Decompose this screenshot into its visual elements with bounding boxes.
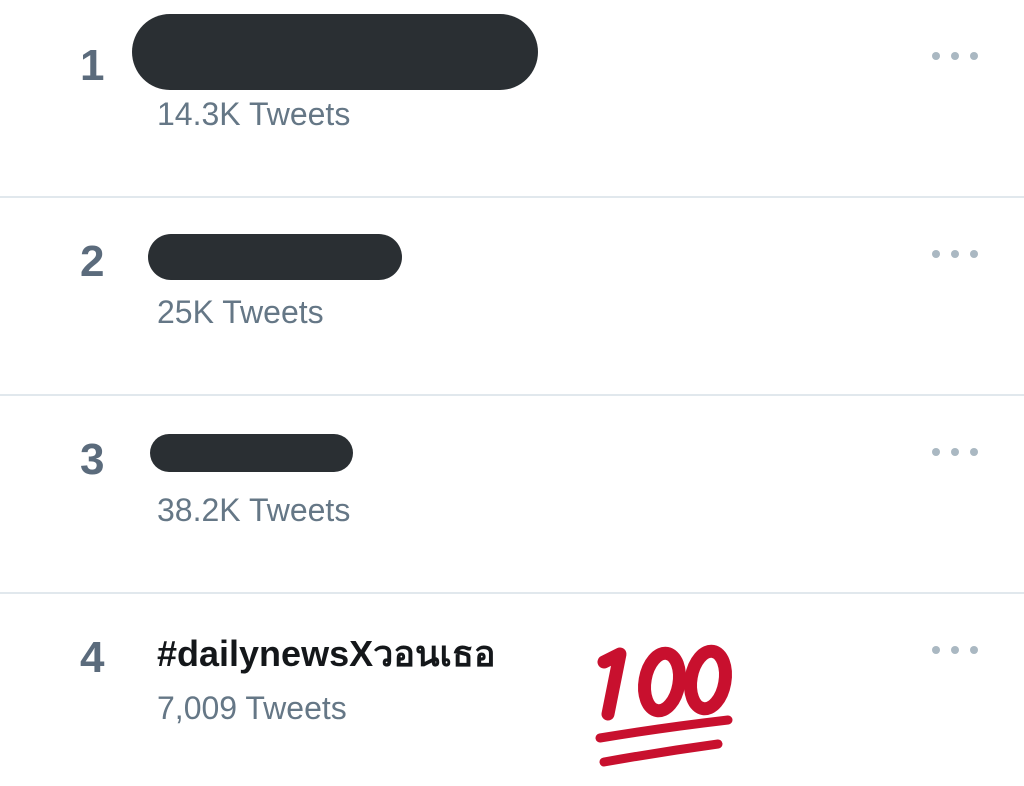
more-options-button[interactable]	[932, 442, 978, 462]
trend-row[interactable]: 2 25K Tweets	[0, 198, 1024, 394]
redacted-trend-name	[132, 14, 538, 90]
trend-name: #dailynewsXวอนเธอ	[157, 633, 496, 674]
redacted-trend-name	[150, 434, 353, 472]
more-options-button[interactable]	[932, 640, 978, 660]
trend-rank: 4	[80, 633, 105, 682]
trend-rank: 3	[80, 435, 105, 484]
dot-icon	[932, 250, 940, 258]
trend-row[interactable]: 3 38.2K Tweets	[0, 396, 1024, 592]
trend-rank: 2	[80, 237, 105, 286]
dot-icon	[951, 250, 959, 258]
dot-icon	[970, 52, 978, 60]
dot-icon	[932, 448, 940, 456]
hundred-points-icon	[595, 644, 733, 767]
dot-icon	[932, 646, 940, 654]
dot-icon	[970, 646, 978, 654]
trend-row[interactable]: 1 14.3K Tweets	[0, 0, 1024, 196]
trend-tweet-count: 25K Tweets	[157, 294, 324, 330]
redacted-trend-name	[148, 234, 402, 280]
dot-icon	[970, 448, 978, 456]
trend-rank: 1	[80, 41, 105, 90]
trend-tweet-count: 7,009 Tweets	[157, 690, 347, 726]
dot-icon	[970, 250, 978, 258]
dot-icon	[951, 646, 959, 654]
more-options-button[interactable]	[932, 244, 978, 264]
trend-tweet-count: 38.2K Tweets	[157, 492, 351, 528]
dot-icon	[951, 448, 959, 456]
trends-list: 1 14.3K Tweets 2 25K Tweets 3 38.2K Twee…	[0, 0, 1024, 786]
trend-row[interactable]: 4 #dailynewsXวอนเธอ 7,009 Tweets	[0, 594, 1024, 786]
dot-icon	[951, 52, 959, 60]
more-options-button[interactable]	[932, 46, 978, 66]
trend-tweet-count: 14.3K Tweets	[157, 96, 351, 132]
dot-icon	[932, 52, 940, 60]
